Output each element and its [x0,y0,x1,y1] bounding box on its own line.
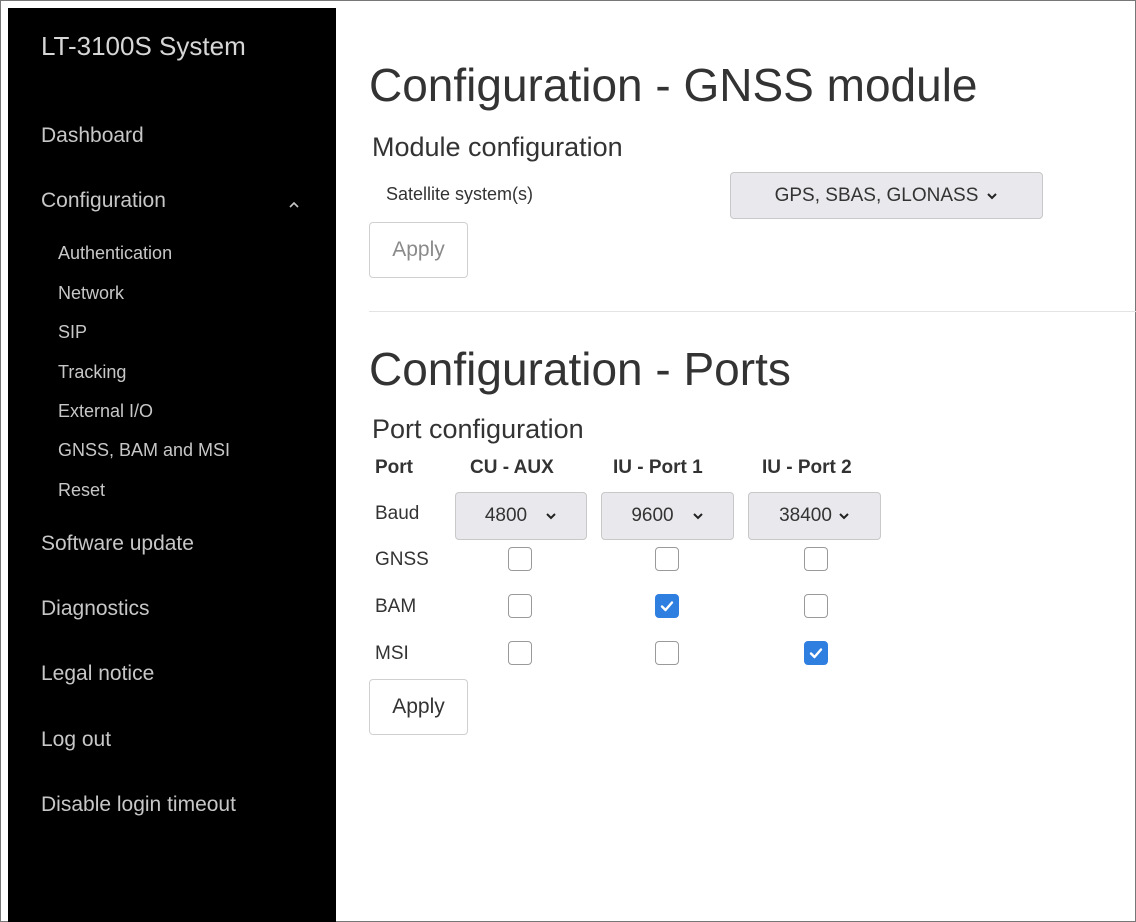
chevron-down-icon [987,192,998,199]
sidebar-subitem-authentication[interactable]: Authentication [58,243,172,264]
baud-value: 4800 [484,505,528,526]
checkbox-gnss-iu-port1[interactable] [655,547,679,571]
col-header-port: Port [375,457,413,478]
sidebar-subitem-sip[interactable]: SIP [58,322,87,343]
brand-title: LT-3100S System [41,31,246,61]
checkbox-msi-iu-port2[interactable] [804,641,828,665]
sidebar-subitem-reset[interactable]: Reset [58,480,105,501]
baud-select-iu-port2[interactable]: 38400 [748,492,881,540]
sidebar-subitem-gnss-bam-msi[interactable]: GNSS, BAM and MSI [58,440,230,461]
sidebar-item-log-out[interactable]: Log out [41,728,111,752]
checkmark-icon [809,648,823,659]
sidebar-item-dashboard[interactable]: Dashboard [41,124,144,148]
sidebar-subitem-tracking[interactable]: Tracking [58,362,126,383]
satellite-system-value: GPS, SBAS, GLONASS [774,184,979,206]
checkbox-bam-iu-port2[interactable] [804,594,828,618]
checkbox-msi-cu-aux[interactable] [508,641,532,665]
gnss-page-title: Configuration - GNSS module [369,59,978,111]
module-config-heading: Module configuration [372,132,623,162]
checkbox-bam-cu-aux[interactable] [508,594,532,618]
baud-select-iu-port1[interactable]: 9600 [601,492,734,540]
port-config-heading: Port configuration [372,414,584,444]
chevron-up-icon[interactable] [288,200,300,210]
sidebar-item-software-update[interactable]: Software update [41,532,194,556]
checkmark-icon [660,601,674,612]
sidebar-item-disable-login-timeout[interactable]: Disable login timeout [41,793,236,817]
sidebar-subitem-external-io[interactable]: External I/O [58,401,153,422]
baud-value: 38400 [779,505,832,526]
chevron-down-icon [839,513,849,520]
sidebar-item-configuration[interactable]: Configuration [41,189,166,213]
satellite-system-select[interactable]: GPS, SBAS, GLONASS [730,172,1043,219]
row-label-gnss: GNSS [375,549,429,570]
row-label-msi: MSI [375,643,409,664]
sidebar-item-diagnostics[interactable]: Diagnostics [41,597,150,621]
col-header-iu-port2: IU - Port 2 [762,457,852,478]
baud-value: 9600 [631,505,674,526]
chevron-down-icon [692,513,703,520]
sidebar-item-legal-notice[interactable]: Legal notice [41,662,154,686]
ports-apply-button[interactable]: Apply [369,679,468,735]
sidebar-subitem-network[interactable]: Network [58,283,124,304]
checkbox-msi-iu-port1[interactable] [655,641,679,665]
baud-select-cu-aux[interactable]: 4800 [455,492,587,540]
checkbox-gnss-iu-port2[interactable] [804,547,828,571]
checkbox-bam-iu-port1[interactable] [655,594,679,618]
chevron-down-icon [546,513,556,520]
section-divider [369,311,1136,312]
gnss-apply-button[interactable]: Apply [369,222,468,278]
col-header-iu-port1: IU - Port 1 [613,457,703,478]
satellite-label: Satellite system(s) [386,184,534,204]
col-header-cu-aux: CU - AUX [470,457,554,478]
ports-page-title: Configuration - Ports [369,343,791,395]
checkbox-gnss-cu-aux[interactable] [508,547,532,571]
row-label-bam: BAM [375,596,417,617]
row-label-baud: Baud [375,503,420,524]
